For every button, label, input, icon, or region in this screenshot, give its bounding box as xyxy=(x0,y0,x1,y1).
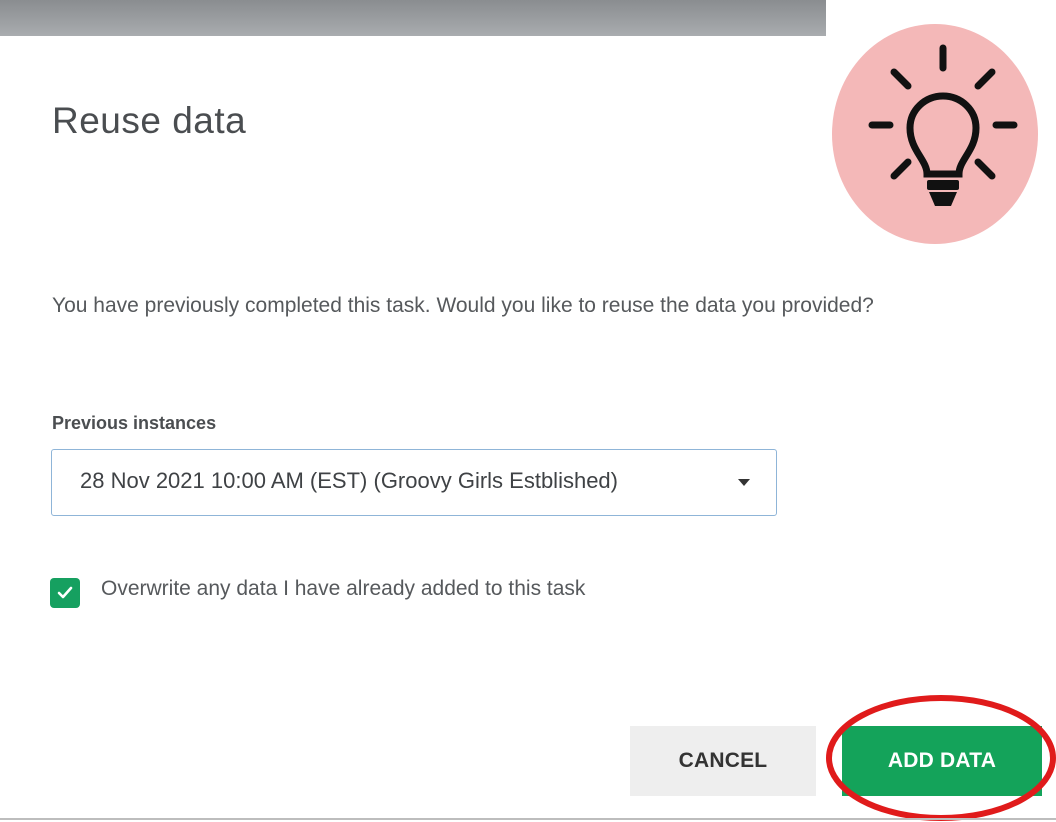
caret-down-icon xyxy=(738,479,750,486)
add-data-button[interactable]: ADD DATA xyxy=(842,726,1042,796)
overwrite-checkbox-label: Overwrite any data I have already added … xyxy=(101,577,586,600)
window-header-bar xyxy=(0,0,826,36)
previous-instances-selected-value: 28 Nov 2021 10:00 AM (EST) (Groovy Girls… xyxy=(80,468,618,493)
screenshot-canvas: Reuse data You have previously completed… xyxy=(0,0,1056,822)
cancel-button[interactable]: CANCEL xyxy=(630,726,816,796)
overwrite-checkbox[interactable] xyxy=(50,578,80,608)
dialog-message: You have previously completed this task.… xyxy=(52,294,874,317)
lightbulb-icon xyxy=(868,44,1018,206)
dialog-bottom-divider xyxy=(0,818,1056,820)
dialog-title: Reuse data xyxy=(52,100,247,141)
checkmark-icon xyxy=(57,586,73,599)
previous-instances-label: Previous instances xyxy=(52,413,217,433)
previous-instances-select[interactable]: 28 Nov 2021 10:00 AM (EST) (Groovy Girls… xyxy=(51,449,777,516)
tip-badge xyxy=(832,24,1038,244)
